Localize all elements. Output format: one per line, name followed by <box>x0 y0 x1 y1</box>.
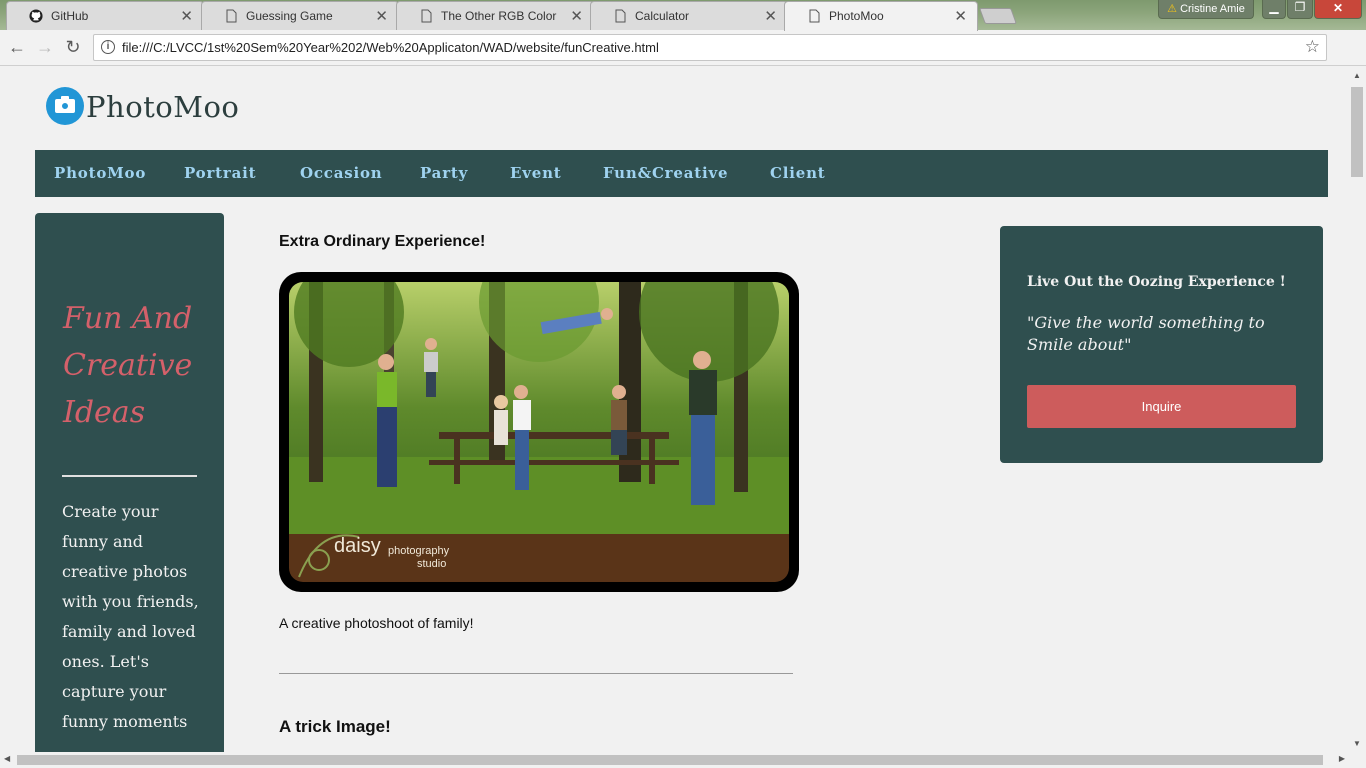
scrollbar-thumb[interactable] <box>1351 87 1363 177</box>
address-bar[interactable]: i file:///C:/LVCC/1st%20Sem%20Year%202/W… <box>93 34 1327 61</box>
close-icon[interactable]: ✕ <box>180 7 193 25</box>
sidebar-headline: Fun And Creative Ideas <box>63 301 193 430</box>
browser-tabstrip: GitHub ✕ Guessing Game ✕ The Other RGB C… <box>0 0 1366 31</box>
tab-label: Guessing Game <box>246 9 333 23</box>
tab-guessing-game[interactable]: Guessing Game ✕ <box>201 1 399 30</box>
warning-icon: ⚠ <box>1167 3 1177 15</box>
reload-button[interactable]: ↻ <box>63 38 83 58</box>
tab-label: The Other RGB Color Cha <box>441 9 559 23</box>
vertical-scrollbar[interactable]: ▲ ▼ <box>1349 67 1366 752</box>
tab-label: GitHub <box>51 9 89 23</box>
section-divider <box>279 673 793 674</box>
page-viewport: PhotoMoo PhotoMoo Portrait Occasion Part… <box>0 67 1349 752</box>
promo-quote: "Give the world something to Smile about… <box>1027 313 1265 354</box>
watermark-sub2: studio <box>417 558 446 570</box>
logo-text: PhotoMoo <box>86 90 240 124</box>
profile-button[interactable]: ⚠ Cristine Amie <box>1158 0 1254 19</box>
watermark-brand: daisy <box>334 535 381 557</box>
profile-name: Cristine Amie <box>1180 3 1245 15</box>
close-icon[interactable]: ✕ <box>570 7 583 25</box>
github-icon <box>29 9 43 23</box>
scrollbar-thumb[interactable] <box>17 755 1323 765</box>
watermark-sub1: photography <box>388 545 450 557</box>
nav-fun-creative[interactable]: Fun&Creative <box>603 164 728 182</box>
window-close-button[interactable]: ✕ <box>1314 0 1362 19</box>
page-icon <box>809 9 820 23</box>
tab-label: PhotoMoo <box>829 9 884 23</box>
forward-button[interactable]: → <box>35 38 55 58</box>
new-tab-button[interactable] <box>979 8 1017 24</box>
page-icon <box>615 9 626 23</box>
info-icon[interactable]: i <box>101 40 115 54</box>
nav-photomoo[interactable]: PhotoMoo <box>54 164 146 182</box>
photo-caption: A creative photoshoot of family! <box>279 615 474 631</box>
page-icon <box>421 9 432 23</box>
sidebar-panel: Fun And Creative Ideas Create your funny… <box>35 213 224 752</box>
page-icon <box>226 9 237 23</box>
family-photo: daisy photography studio <box>279 272 799 592</box>
close-icon[interactable]: ✕ <box>954 7 967 25</box>
inquire-button[interactable]: Inquire <box>1027 385 1296 428</box>
sidebar-blurb: Create your funny and creative photos wi… <box>62 502 199 731</box>
url-text: file:///C:/LVCC/1st%20Sem%20Year%202/Web… <box>122 40 659 55</box>
minimize-button[interactable]: ▁ <box>1262 0 1286 19</box>
section-heading-trick: A trick Image! <box>279 717 391 736</box>
tab-photomoo[interactable]: PhotoMoo ✕ <box>784 1 978 31</box>
nav-occasion[interactable]: Occasion <box>300 164 383 182</box>
tab-rgb-color-chart[interactable]: The Other RGB Color Cha ✕ <box>396 1 594 30</box>
scroll-right-icon[interactable]: ▶ <box>1339 754 1345 763</box>
horizontal-scrollbar[interactable]: ◀ ▶ <box>0 752 1349 768</box>
nav-portrait[interactable]: Portrait <box>184 164 256 182</box>
section-heading-experience: Extra Ordinary Experience! <box>279 233 486 250</box>
bookmark-star-icon[interactable]: ☆ <box>1305 37 1320 57</box>
family-photo-illustration: daisy photography studio <box>289 282 789 582</box>
scroll-down-icon[interactable]: ▼ <box>1353 739 1361 748</box>
nav-client[interactable]: Client <box>770 164 826 182</box>
tab-github[interactable]: GitHub ✕ <box>6 1 204 30</box>
nav-event[interactable]: Event <box>510 164 562 182</box>
promo-panel: Live Out the Oozing Experience ! "Give t… <box>1000 226 1323 463</box>
browser-toolbar: ← → ↻ i file:///C:/LVCC/1st%20Sem%20Year… <box>0 30 1366 89</box>
sidebar-divider <box>62 475 197 477</box>
camera-icon <box>46 87 84 125</box>
back-button[interactable]: ← <box>7 38 27 58</box>
main-navigation: PhotoMoo Portrait Occasion Party Event F… <box>35 150 1328 197</box>
promo-title: Live Out the Oozing Experience ! <box>1027 274 1286 290</box>
tab-label: Calculator <box>635 9 690 23</box>
scroll-up-icon[interactable]: ▲ <box>1353 71 1361 80</box>
scroll-left-icon[interactable]: ◀ <box>4 754 10 763</box>
tab-calculator[interactable]: Calculator ✕ <box>590 1 788 30</box>
close-icon[interactable]: ✕ <box>375 7 388 25</box>
nav-party[interactable]: Party <box>420 164 468 182</box>
close-icon[interactable]: ✕ <box>764 7 777 25</box>
maximize-button[interactable]: ❐ <box>1287 0 1313 19</box>
